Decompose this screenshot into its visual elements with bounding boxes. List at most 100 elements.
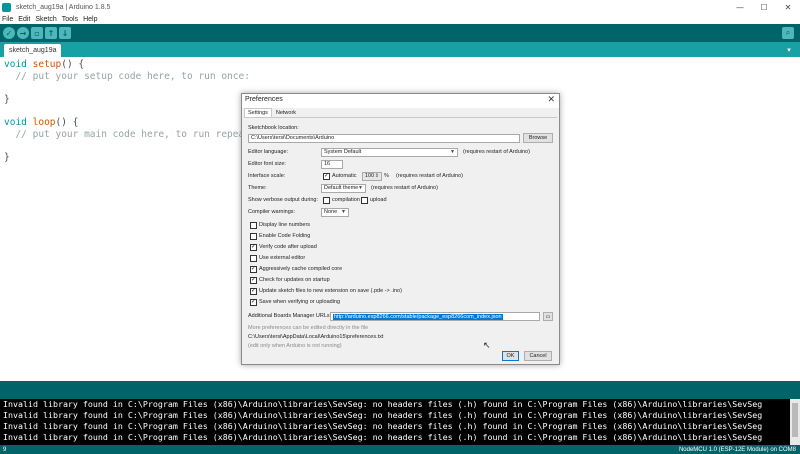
dialog-tabs: Settings Network bbox=[244, 108, 300, 117]
theme-select[interactable]: Default theme ▼ bbox=[321, 184, 366, 193]
window-title: sketch_aug19a | Arduino 1.8.5 bbox=[16, 3, 111, 11]
warnings-select[interactable]: None ▼ bbox=[321, 208, 349, 217]
status-bar: 9 NodeMCU 1.0 (ESP-12E Module) on COM8 bbox=[0, 445, 800, 454]
close-icon[interactable]: ✕ bbox=[547, 94, 555, 105]
warnings-label: Compiler warnings: bbox=[248, 209, 296, 215]
menu-sketch[interactable]: Sketch bbox=[35, 16, 56, 23]
verbose-compilation-checkbox[interactable] bbox=[323, 197, 330, 204]
code-line: // put your setup code here, to run once… bbox=[4, 71, 250, 82]
arduino-logo-icon bbox=[2, 2, 11, 12]
cancel-button[interactable]: Cancel bbox=[524, 351, 552, 361]
language-select[interactable]: System Default ▼ bbox=[321, 148, 458, 157]
cache-core-checkbox[interactable]: ✓ bbox=[250, 266, 257, 273]
menu-bar: File Edit Sketch Tools Help bbox=[0, 14, 800, 24]
arduino-ide-window: sketch_aug19a | Arduino 1.8.5 — ☐ ✕ File… bbox=[0, 0, 800, 454]
chevron-down-icon: ▼ bbox=[358, 185, 363, 191]
verbose-upload-checkbox[interactable] bbox=[361, 197, 368, 204]
settings-panel: Sketchbook location: C:\Users\tersi\Docu… bbox=[244, 117, 557, 349]
scale-note: (requires restart of Arduino) bbox=[396, 173, 463, 179]
check-updates-label: Check for updates on startup bbox=[259, 277, 330, 283]
window-icon[interactable]: ▭ bbox=[543, 312, 553, 321]
scale-auto-label: Automatic bbox=[332, 173, 357, 179]
boards-url-input[interactable]: http://arduino.esp8266.com/stable/packag… bbox=[330, 312, 540, 321]
tab-menu-icon[interactable]: ▾ bbox=[784, 45, 794, 54]
scale-label: Interface scale: bbox=[248, 173, 286, 179]
browse-button[interactable]: Browse bbox=[523, 133, 553, 143]
dialog-title: Preferences bbox=[245, 96, 283, 103]
save-verify-checkbox[interactable]: ✓ bbox=[250, 299, 257, 306]
code-line: void loop() { bbox=[4, 117, 79, 128]
code-line: // put your main code here, to run repea… bbox=[4, 129, 279, 140]
upload-icon[interactable]: → bbox=[17, 27, 29, 39]
code-line: } bbox=[4, 94, 10, 105]
language-label: Editor language: bbox=[248, 149, 289, 155]
verbose-compilation-label: compilation bbox=[332, 197, 360, 203]
sketchbook-input[interactable]: C:\Users\tersi\Documents\Arduino bbox=[248, 134, 520, 143]
tab-settings[interactable]: Settings bbox=[244, 108, 272, 117]
console-scroll-thumb[interactable] bbox=[792, 403, 798, 437]
external-editor-checkbox[interactable] bbox=[250, 255, 257, 262]
check-updates-checkbox[interactable]: ✓ bbox=[250, 277, 257, 284]
boards-url-selection: http://arduino.esp8266.com/stable/packag… bbox=[333, 314, 503, 320]
update-extension-checkbox[interactable]: ✓ bbox=[250, 288, 257, 295]
prefs-path[interactable]: C:\Users\tersi\AppData\Local\Arduino15\p… bbox=[248, 334, 383, 340]
maximize-button[interactable]: ☐ bbox=[752, 0, 776, 14]
font-size-label: Editor font size: bbox=[248, 161, 286, 167]
ok-button[interactable]: OK bbox=[502, 351, 519, 361]
scale-stepper[interactable]: 100 ⇕ bbox=[362, 172, 382, 181]
verbose-label: Show verbose output during: bbox=[248, 197, 319, 203]
tab-sketch[interactable]: sketch_aug19a bbox=[4, 44, 62, 57]
status-line-number: 9 bbox=[3, 446, 7, 453]
tab-strip: sketch_aug19a ▾ bbox=[0, 42, 800, 57]
open-sketch-icon[interactable]: ↑ bbox=[45, 27, 57, 39]
window-controls: — ☐ ✕ bbox=[728, 0, 800, 14]
verify-upload-label: Verify code after upload bbox=[259, 244, 317, 250]
chevron-down-icon: ▼ bbox=[450, 149, 455, 155]
menu-edit[interactable]: Edit bbox=[18, 16, 30, 23]
save-sketch-icon[interactable]: ↓ bbox=[59, 27, 71, 39]
dialog-titlebar: Preferences ✕ bbox=[242, 94, 559, 108]
sketchbook-label: Sketchbook location: bbox=[248, 125, 299, 131]
code-folding-checkbox[interactable] bbox=[250, 233, 257, 240]
console-line: Invalid library found in C:\Program File… bbox=[3, 399, 763, 409]
new-sketch-icon[interactable]: ▫ bbox=[31, 27, 43, 39]
scale-auto-checkbox[interactable]: ✓ bbox=[323, 173, 330, 180]
more-prefs-text: More preferences can be edited directly … bbox=[248, 325, 369, 331]
external-editor-label: Use external editor bbox=[259, 255, 306, 261]
menu-tools[interactable]: Tools bbox=[62, 16, 78, 23]
console-scrollbar[interactable] bbox=[790, 399, 800, 445]
theme-label: Theme: bbox=[248, 185, 267, 191]
font-size-input[interactable]: 16 bbox=[321, 160, 343, 169]
cache-core-label: Aggressively cache compiled core bbox=[259, 266, 343, 272]
status-board: NodeMCU 1.0 (ESP-12E Module) on COM8 bbox=[678, 446, 796, 453]
update-extension-label: Update sketch files to new extension on … bbox=[259, 288, 402, 294]
verbose-upload-label: upload bbox=[370, 197, 387, 203]
scale-unit: % bbox=[384, 173, 389, 179]
menu-help[interactable]: Help bbox=[83, 16, 97, 23]
minimize-button[interactable]: — bbox=[728, 0, 752, 14]
theme-note: (requires restart of Arduino) bbox=[371, 185, 438, 191]
tab-network[interactable]: Network bbox=[272, 108, 300, 117]
preferences-dialog: Preferences ✕ Settings Network Sketchboo… bbox=[241, 93, 560, 365]
edit-note: (edit only when Arduino is not running) bbox=[248, 343, 342, 349]
close-window-button[interactable]: ✕ bbox=[776, 0, 800, 14]
verify-icon[interactable]: ✓ bbox=[3, 27, 15, 39]
boards-url-label: Additional Boards Manager URLs: bbox=[248, 313, 332, 319]
stepper-arrows-icon: ⇕ bbox=[374, 173, 379, 179]
console-line: Invalid library found in C:\Program File… bbox=[3, 432, 763, 442]
serial-monitor-icon[interactable]: ⌕ bbox=[782, 27, 794, 39]
mouse-pointer-icon: ↖ bbox=[483, 341, 491, 351]
console-line: Invalid library found in C:\Program File… bbox=[3, 410, 763, 420]
verify-upload-checkbox[interactable]: ✓ bbox=[250, 244, 257, 251]
save-verify-label: Save when verifying or uploading bbox=[259, 299, 341, 305]
console-header bbox=[0, 381, 800, 399]
display-line-numbers-label: Display line numbers bbox=[259, 222, 311, 228]
chevron-down-icon: ▼ bbox=[341, 209, 346, 215]
console-output[interactable]: Invalid library found in C:\Program File… bbox=[0, 399, 790, 445]
title-bar: sketch_aug19a | Arduino 1.8.5 — ☐ ✕ bbox=[0, 0, 800, 14]
display-line-numbers-checkbox[interactable] bbox=[250, 222, 257, 229]
code-line: } bbox=[4, 152, 10, 163]
menu-file[interactable]: File bbox=[2, 16, 13, 23]
toolbar: ✓ → ▫ ↑ ↓ ⌕ bbox=[0, 24, 800, 42]
code-folding-label: Enable Code Folding bbox=[259, 233, 311, 239]
